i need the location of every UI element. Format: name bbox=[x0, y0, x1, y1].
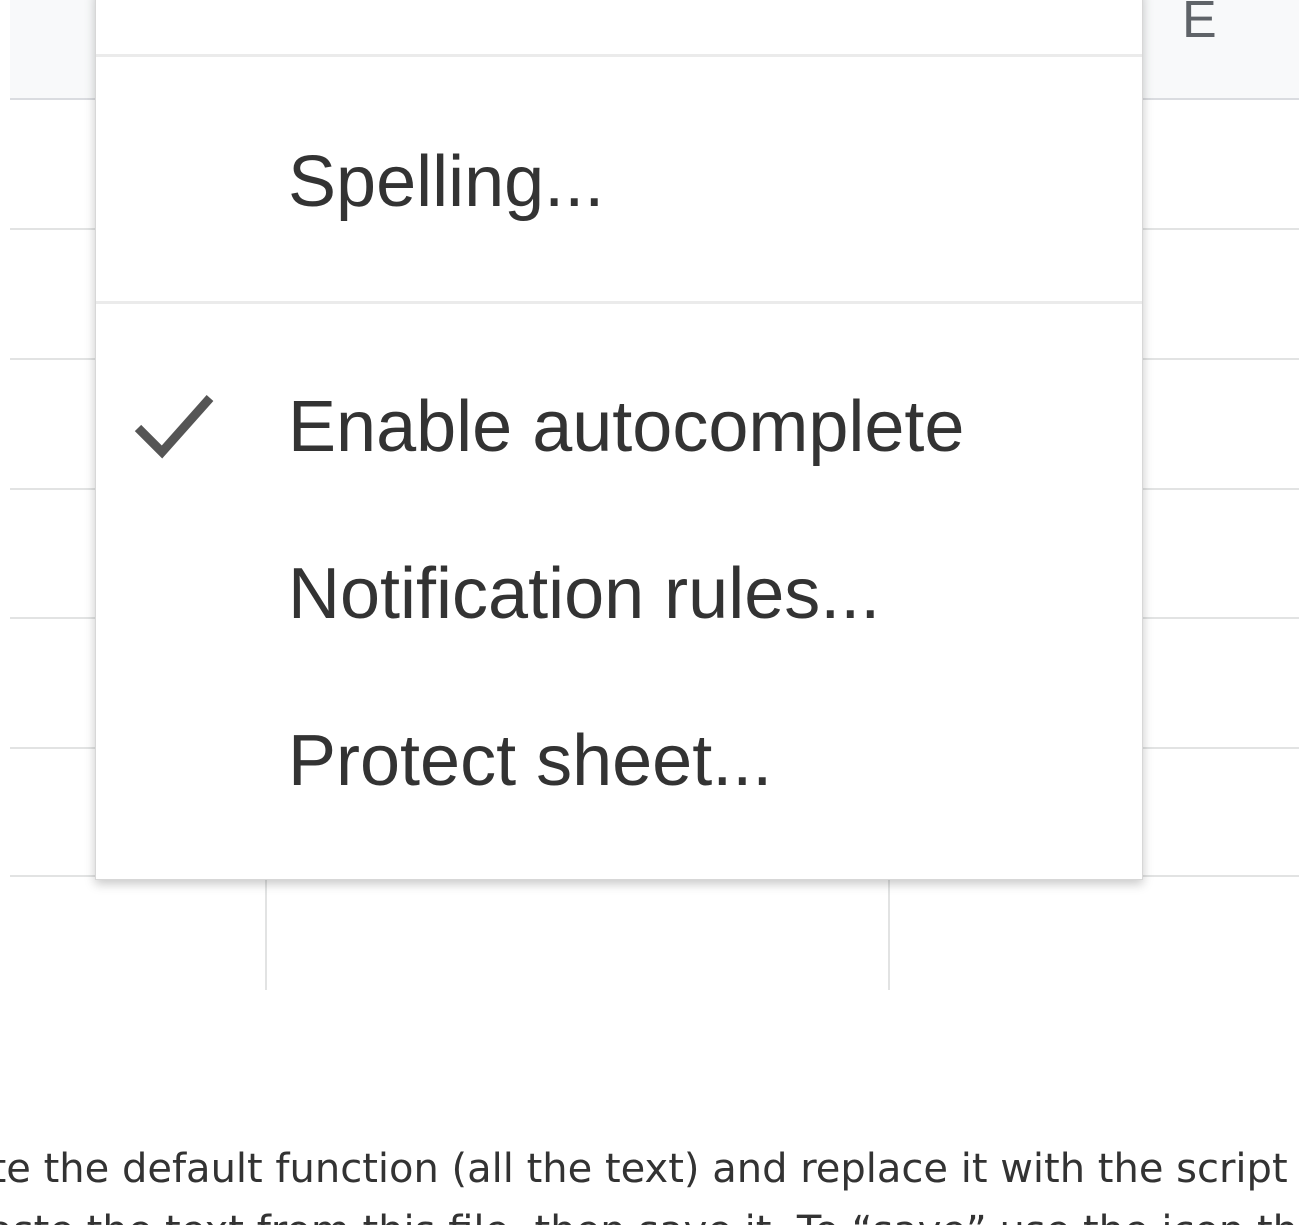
instruction-line: Paste the text from this file, then save… bbox=[0, 1200, 1299, 1225]
menu-item-label: Notification rules... bbox=[288, 554, 881, 634]
menu-separator bbox=[96, 301, 1142, 304]
menu-item-label: Protect sheet... bbox=[288, 721, 773, 801]
instruction-text: ete the default function (all the text) … bbox=[0, 1138, 1299, 1225]
menu-item-spelling[interactable]: Spelling... bbox=[96, 107, 1142, 257]
grid-column-line bbox=[888, 875, 890, 990]
menu-item-label: Enable autocomplete bbox=[288, 387, 965, 467]
tools-dropdown-menu: Spelling... Enable autocomplete Notifica… bbox=[95, 0, 1143, 880]
menu-separator bbox=[96, 54, 1142, 57]
menu-item-notification-rules[interactable]: Notification rules... bbox=[96, 519, 1142, 669]
grid-column-line bbox=[265, 875, 267, 990]
menu-item-protect-sheet[interactable]: Protect sheet... bbox=[96, 686, 1142, 836]
screenshot-stage: E Spelling... Enable autocomplete Notifi… bbox=[0, 0, 1299, 1225]
menu-item-label: Spelling... bbox=[288, 142, 605, 222]
checkmark-icon bbox=[134, 395, 214, 459]
instruction-line: ete the default function (all the text) … bbox=[0, 1146, 1299, 1192]
column-header-e[interactable]: E bbox=[1182, 0, 1217, 46]
menu-item-enable-autocomplete[interactable]: Enable autocomplete bbox=[96, 352, 1142, 502]
